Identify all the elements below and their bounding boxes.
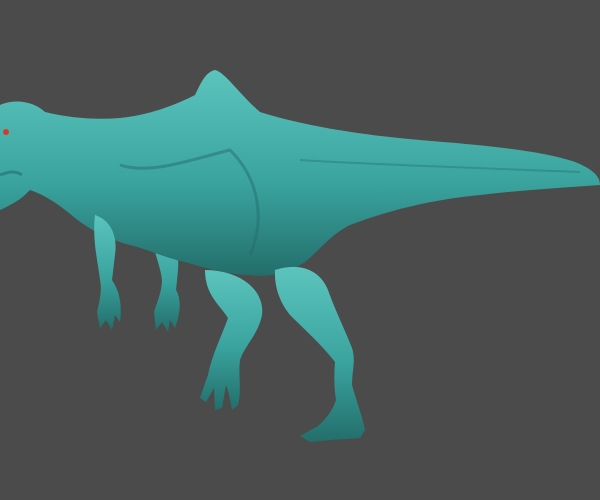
eye — [3, 129, 9, 135]
3d-viewport[interactable] — [0, 0, 600, 500]
scene-canvas[interactable] — [0, 0, 600, 500]
